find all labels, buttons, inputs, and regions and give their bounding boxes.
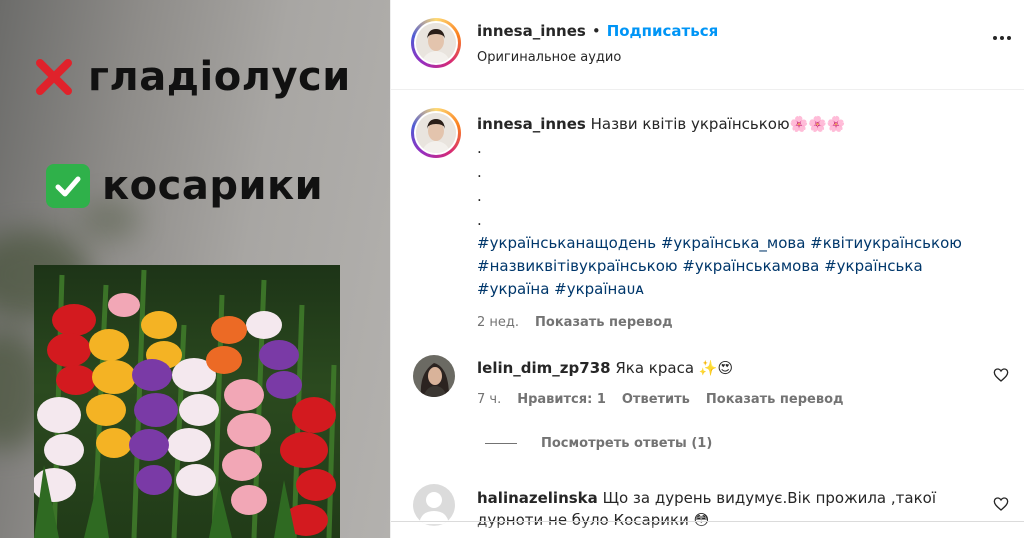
more-options-icon[interactable] [993, 36, 1011, 40]
author-avatar[interactable] [411, 18, 461, 68]
view-replies-button[interactable]: Посмотреть ответы (1) [485, 436, 712, 451]
comment-item: lelin_dim_zp738 Яка краса ✨😍 7 ч. Нравит… [413, 355, 1013, 415]
comment-likes[interactable]: Нравится: 1 [517, 389, 606, 411]
comment-meta: 7 ч. Нравится: 1 Ответить Показать перев… [477, 389, 987, 411]
comment-time[interactable]: 7 ч. [477, 389, 501, 411]
author-photo [416, 113, 456, 153]
commenter-avatar[interactable] [413, 355, 455, 397]
caption-time[interactable]: 2 нед. [477, 311, 519, 334]
comment-text: Яка краса [615, 359, 695, 377]
comment-emoji: ✨😍 [698, 359, 734, 377]
overlay-wrong-line: гладіолуси [32, 54, 351, 100]
header-title-row: innesa_innes • Подписаться [477, 22, 718, 40]
hashtag-line[interactable]: #назвиквітівукраїнською #українськамова … [477, 255, 997, 278]
gladiolus-photo [34, 265, 340, 538]
view-replies-label[interactable]: Посмотреть ответы (1) [541, 436, 712, 451]
separator-dot: • [591, 22, 601, 40]
commenter-username[interactable]: halinazelinska [477, 489, 598, 507]
comment-translate-button[interactable]: Показать перевод [706, 389, 844, 411]
comment-text: Що за дурень видумує.Вік прожила ,такої [602, 489, 936, 507]
comment-body: lelin_dim_zp738 Яка краса ✨😍 7 ч. Нравит… [477, 357, 987, 411]
hashtags[interactable]: #українськанащодень #українська_мова #кв… [477, 232, 997, 301]
author-photo [416, 23, 456, 63]
like-heart-icon[interactable] [993, 496, 1009, 512]
like-heart-icon[interactable] [993, 367, 1009, 383]
scroll-fade [391, 522, 1024, 538]
comments-bottom-divider [391, 521, 1024, 522]
overlay-right-text: косарики [102, 163, 324, 209]
caption-text: Назви квітів українською [590, 115, 790, 133]
author-username[interactable]: innesa_innes [477, 22, 586, 40]
replies-divider-line [485, 443, 517, 444]
follow-button[interactable]: Подписаться [607, 22, 719, 40]
original-audio-link[interactable]: Оригинальное аудио [477, 50, 621, 65]
commenter-avatar[interactable] [413, 484, 455, 526]
post-header: innesa_innes • Подписаться Оригинальное … [391, 0, 1024, 90]
overlay-wrong-text: гладіолуси [88, 54, 351, 100]
cross-mark-icon [36, 59, 72, 95]
caption-username[interactable]: innesa_innes [477, 115, 586, 133]
post-details-panel: innesa_innes • Подписаться Оригинальное … [390, 0, 1024, 538]
overlay-right-line: косарики [46, 163, 323, 209]
reply-button[interactable]: Ответить [622, 389, 690, 411]
post-caption: innesa_innes Назви квітів українською🌸🌸🌸… [477, 113, 997, 334]
caption-translate-button[interactable]: Показать перевод [535, 311, 673, 334]
hashtag-line[interactable]: #україна #українаᴜᴀ [477, 278, 997, 301]
post-media[interactable]: гладіолуси косарики [0, 0, 390, 538]
hashtag-line[interactable]: #українськанащодень #українська_мова #кв… [477, 232, 997, 255]
check-mark-icon [46, 164, 90, 208]
caption-author-avatar[interactable] [411, 108, 461, 158]
caption-meta: 2 нед. Показать перевод [477, 311, 997, 334]
flower-emoji: 🌸🌸🌸 [789, 115, 846, 133]
commenter-username[interactable]: lelin_dim_zp738 [477, 359, 611, 377]
caption-dots: . . . . [477, 139, 482, 229]
